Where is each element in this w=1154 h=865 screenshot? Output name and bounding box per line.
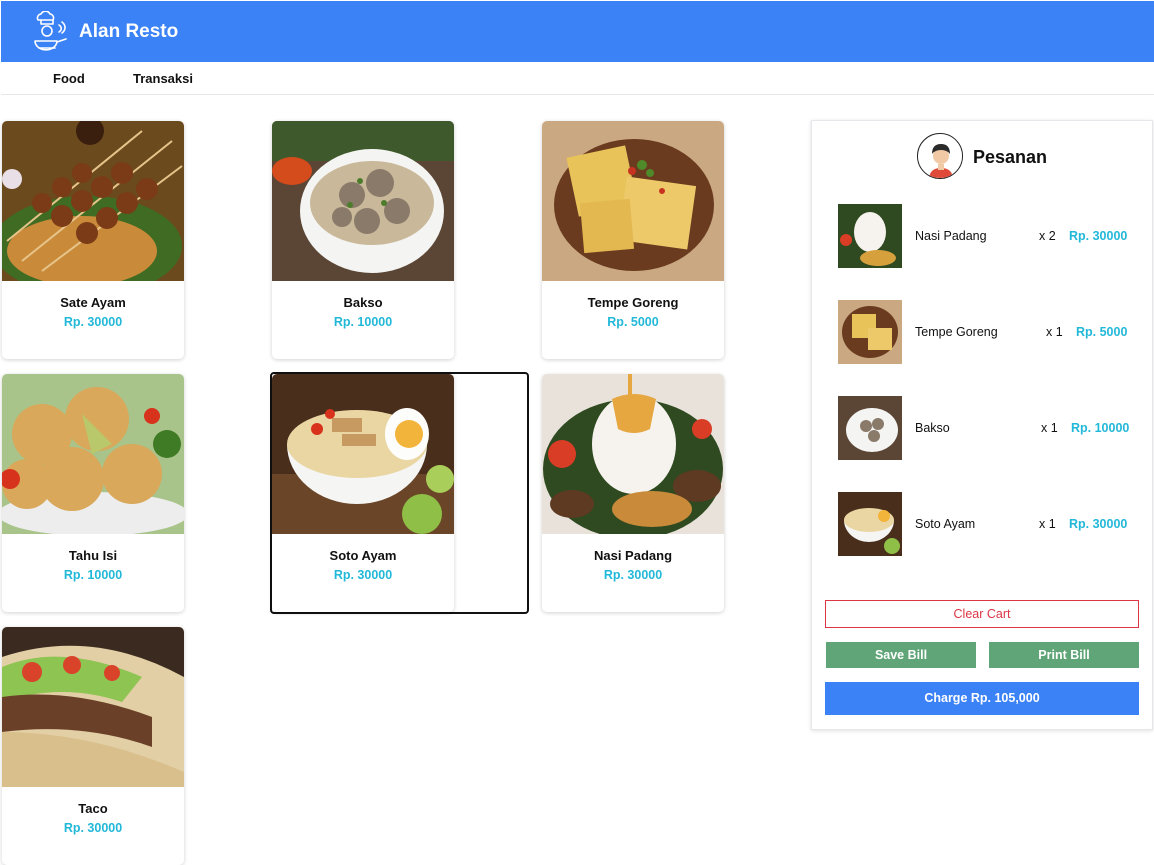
- menu-item-price: Rp. 5000: [607, 315, 659, 329]
- menu-item-name: Tempe Goreng: [587, 295, 679, 310]
- soto-ayam-photo: [272, 374, 454, 534]
- chef-cooking-logo-icon: [34, 11, 67, 51]
- soto-ayam-thumb: [838, 492, 902, 556]
- menu-card-tahu-isi[interactable]: Tahu Isi Rp. 10000: [2, 374, 184, 612]
- order-item-qty: x 1: [1046, 325, 1063, 339]
- menu-item-name: Sate Ayam: [60, 295, 126, 310]
- menu-item-price: Rp. 30000: [603, 568, 663, 582]
- order-item-price: Rp. 30000: [1069, 229, 1128, 243]
- tahu-isi-photo: [2, 374, 184, 534]
- app-header: Alan Resto: [1, 1, 1154, 62]
- menu-item-name: Bakso: [343, 295, 383, 310]
- order-item-qty: x 1: [1039, 517, 1056, 531]
- tempe-goreng-photo: [542, 121, 724, 281]
- order-item-price: Rp. 10000: [1071, 421, 1130, 435]
- order-item-qty: x 2: [1039, 229, 1056, 243]
- menu-card-taco[interactable]: Taco Rp. 30000: [2, 627, 184, 865]
- menu-item-price: Rp. 30000: [63, 821, 123, 835]
- nav-transaksi[interactable]: Transaksi: [133, 71, 193, 86]
- nasi-padang-thumb: [838, 204, 902, 268]
- save-bill-button[interactable]: Save Bill: [826, 642, 976, 668]
- taco-photo: [2, 627, 184, 787]
- order-item-row: Bakso x 1 Rp. 10000: [838, 396, 1138, 460]
- menu-card-soto-ayam[interactable]: Soto Ayam Rp. 30000: [272, 374, 454, 612]
- menu-card-nasi-padang[interactable]: Nasi Padang Rp. 30000: [542, 374, 724, 612]
- order-item-row: Tempe Goreng x 1 Rp. 5000: [838, 300, 1138, 364]
- bakso-thumb: [838, 396, 902, 460]
- order-item-name: Bakso: [915, 421, 950, 435]
- menu-item-name: Tahu Isi: [68, 548, 118, 563]
- nasi-padang-photo: [542, 374, 724, 534]
- print-bill-button[interactable]: Print Bill: [989, 642, 1139, 668]
- menu-item-name: Nasi Padang: [593, 548, 673, 563]
- menu-card-tempe-goreng[interactable]: Tempe Goreng Rp. 5000: [542, 121, 724, 359]
- menu-card-sate-ayam[interactable]: Sate Ayam Rp. 30000: [2, 121, 184, 359]
- order-item-name: Soto Ayam: [915, 517, 976, 531]
- clear-cart-button[interactable]: Clear Cart: [825, 600, 1139, 628]
- order-item-row: Nasi Padang x 2 Rp. 30000: [838, 204, 1138, 268]
- charge-button[interactable]: Charge Rp. 105,000: [825, 682, 1139, 715]
- menu-item-name: Soto Ayam: [329, 548, 397, 563]
- menu-item-price: Rp. 30000: [333, 568, 393, 582]
- order-item-name: Tempe Goreng: [915, 325, 998, 339]
- user-avatar-icon: [917, 133, 963, 179]
- nav-food[interactable]: Food: [53, 71, 85, 86]
- sate-ayam-photo: [2, 121, 184, 281]
- order-item-qty: x 1: [1041, 421, 1058, 435]
- menu-item-price: Rp. 30000: [63, 315, 123, 329]
- order-item-name: Nasi Padang: [915, 229, 987, 243]
- order-panel: Pesanan Nasi Padang x 2 Rp. 30000 Tempe …: [811, 120, 1153, 730]
- top-nav: Food Transaksi: [1, 62, 1154, 95]
- order-panel-title: Pesanan: [973, 147, 1048, 167]
- bakso-photo: [272, 121, 454, 281]
- tempe-goreng-thumb: [838, 300, 902, 364]
- menu-item-name: Taco: [78, 801, 108, 816]
- menu-card-bakso[interactable]: Bakso Rp. 10000: [272, 121, 454, 359]
- menu-item-price: Rp. 10000: [63, 568, 123, 582]
- order-item-row: Soto Ayam x 1 Rp. 30000: [838, 492, 1138, 556]
- order-item-price: Rp. 5000: [1076, 325, 1128, 339]
- order-item-price: Rp. 30000: [1069, 517, 1128, 531]
- brand-name: Alan Resto: [79, 21, 179, 42]
- menu-item-price: Rp. 10000: [333, 315, 393, 329]
